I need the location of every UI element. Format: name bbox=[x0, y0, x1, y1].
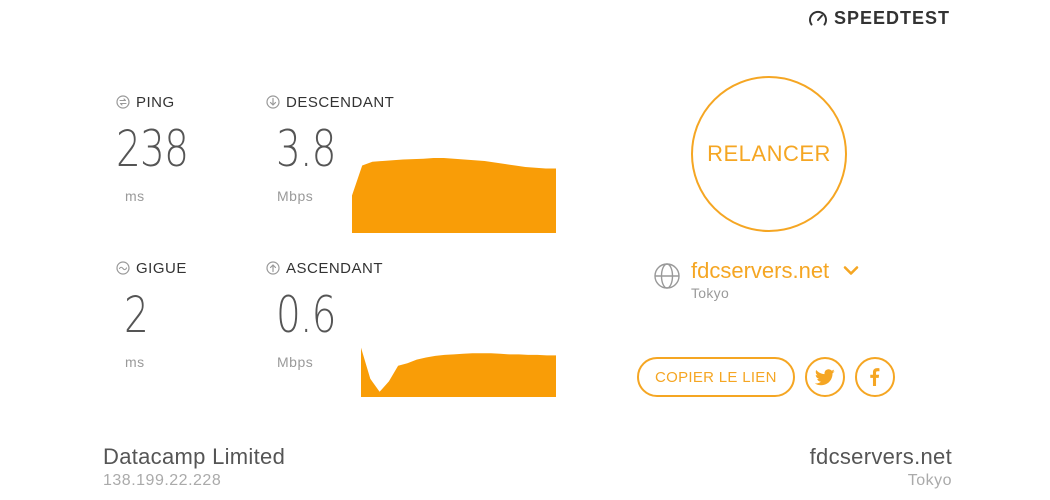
facebook-icon bbox=[870, 368, 880, 386]
speedtest-logo: SPEEDTEST bbox=[808, 8, 950, 29]
download-arrow-icon bbox=[266, 95, 280, 109]
isp-ip: 138.199.22.228 bbox=[103, 472, 222, 489]
jitter-icon bbox=[116, 261, 130, 275]
download-graph-area bbox=[352, 158, 556, 233]
rerun-label: RELANCER bbox=[707, 141, 831, 166]
twitter-button[interactable] bbox=[804, 357, 845, 397]
rerun-button[interactable]: RELANCER bbox=[691, 76, 847, 232]
jitter-label: GIGUE bbox=[136, 259, 187, 277]
jitter-value: 2 bbox=[124, 286, 149, 344]
speedometer-icon bbox=[808, 10, 827, 25]
jitter-metric: GIGUE 2 ms bbox=[116, 258, 187, 370]
host-name: fdcservers.net bbox=[809, 444, 952, 469]
brand-name: SPEEDTEST bbox=[833, 8, 950, 28]
ping-unit: ms bbox=[125, 188, 145, 204]
upload-value: 0.6 bbox=[276, 286, 336, 344]
upload-graph bbox=[361, 345, 556, 397]
copy-link-button[interactable]: COPIER LE LIEN bbox=[637, 357, 795, 397]
server-name[interactable]: fdcservers.net bbox=[691, 258, 829, 284]
facebook-button[interactable] bbox=[854, 357, 895, 397]
download-label: DESCENDANT bbox=[286, 93, 395, 111]
ping-value: 238 bbox=[116, 120, 189, 178]
isp-name: Datacamp Limited bbox=[103, 444, 286, 469]
upload-arrow-icon bbox=[266, 261, 280, 275]
chevron-down-icon[interactable] bbox=[843, 265, 859, 277]
isp-info: Datacamp Limited 138.199.22.228 bbox=[103, 444, 285, 490]
upload-graph-area bbox=[361, 347, 556, 397]
upload-label: ASCENDANT bbox=[286, 259, 384, 277]
ping-metric: PING 238 ms bbox=[116, 92, 208, 205]
share-row: COPIER LE LIEN bbox=[637, 357, 895, 397]
ping-icon bbox=[116, 95, 130, 109]
host-city: Tokyo bbox=[907, 472, 952, 489]
server-city: Tokyo bbox=[691, 285, 730, 301]
ping-label: PING bbox=[136, 93, 175, 111]
host-info: fdcservers.net Tokyo bbox=[810, 444, 952, 490]
twitter-icon bbox=[814, 368, 835, 385]
server-selector[interactable]: fdcservers.net Tokyo bbox=[653, 258, 859, 301]
download-graph bbox=[352, 158, 556, 233]
globe-icon bbox=[654, 263, 680, 289]
jitter-unit: ms bbox=[125, 354, 145, 370]
